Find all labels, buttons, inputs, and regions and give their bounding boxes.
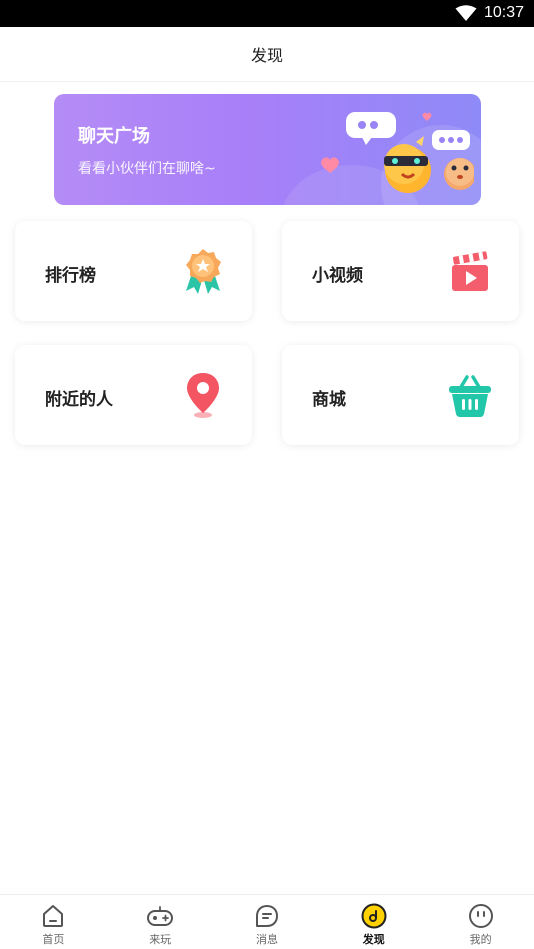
shop-label: 商城 bbox=[312, 390, 346, 410]
message-icon bbox=[255, 905, 278, 927]
nav-label-discover: 发现 bbox=[362, 933, 385, 946]
wifi-icon bbox=[455, 5, 477, 21]
banner-title: 聊天广场 bbox=[78, 126, 150, 147]
nav-label-home: 首页 bbox=[42, 933, 65, 946]
short-video-card[interactable]: 小视频 bbox=[282, 221, 519, 321]
nav-item-discover[interactable]: 发现 bbox=[320, 895, 427, 949]
medal-icon bbox=[186, 249, 221, 294]
chat-characters-illustration bbox=[321, 112, 474, 193]
nav-label-messages: 消息 bbox=[255, 933, 278, 946]
leaderboard-card[interactable]: 排行榜 bbox=[15, 221, 252, 321]
nav-item-profile[interactable]: 我的 bbox=[427, 895, 534, 949]
banner-subtitle: 看看小伙伴们在聊啥~ bbox=[78, 161, 216, 177]
status-bar: 10:37 bbox=[0, 0, 534, 27]
basket-icon bbox=[449, 375, 491, 417]
profile-icon bbox=[468, 904, 493, 928]
short-video-label: 小视频 bbox=[312, 266, 363, 286]
bottom-navigation: 首页 来玩 消息 发现 我的 bbox=[0, 894, 534, 949]
nearby-people-label: 附近的人 bbox=[45, 390, 113, 410]
page-header: 发现 bbox=[0, 27, 534, 82]
nav-item-play[interactable]: 来玩 bbox=[107, 895, 214, 949]
nav-item-messages[interactable]: 消息 bbox=[214, 895, 321, 949]
page-title: 发现 bbox=[250, 46, 283, 65]
nav-label-profile: 我的 bbox=[469, 933, 492, 946]
leaderboard-label: 排行榜 bbox=[45, 266, 96, 286]
gamepad-icon bbox=[147, 906, 174, 926]
chat-plaza-banner[interactable]: 聊天广场 看看小伙伴们在聊啥~ bbox=[54, 94, 481, 205]
nav-label-play: 来玩 bbox=[149, 933, 172, 946]
nav-item-home[interactable]: 首页 bbox=[0, 895, 107, 949]
clapperboard-icon bbox=[452, 251, 488, 291]
shop-card[interactable]: 商城 bbox=[282, 345, 519, 445]
home-icon bbox=[43, 905, 64, 927]
location-pin-icon bbox=[187, 373, 219, 418]
discover-icon bbox=[361, 903, 387, 929]
status-time: 10:37 bbox=[484, 4, 525, 21]
nearby-people-card[interactable]: 附近的人 bbox=[15, 345, 252, 445]
